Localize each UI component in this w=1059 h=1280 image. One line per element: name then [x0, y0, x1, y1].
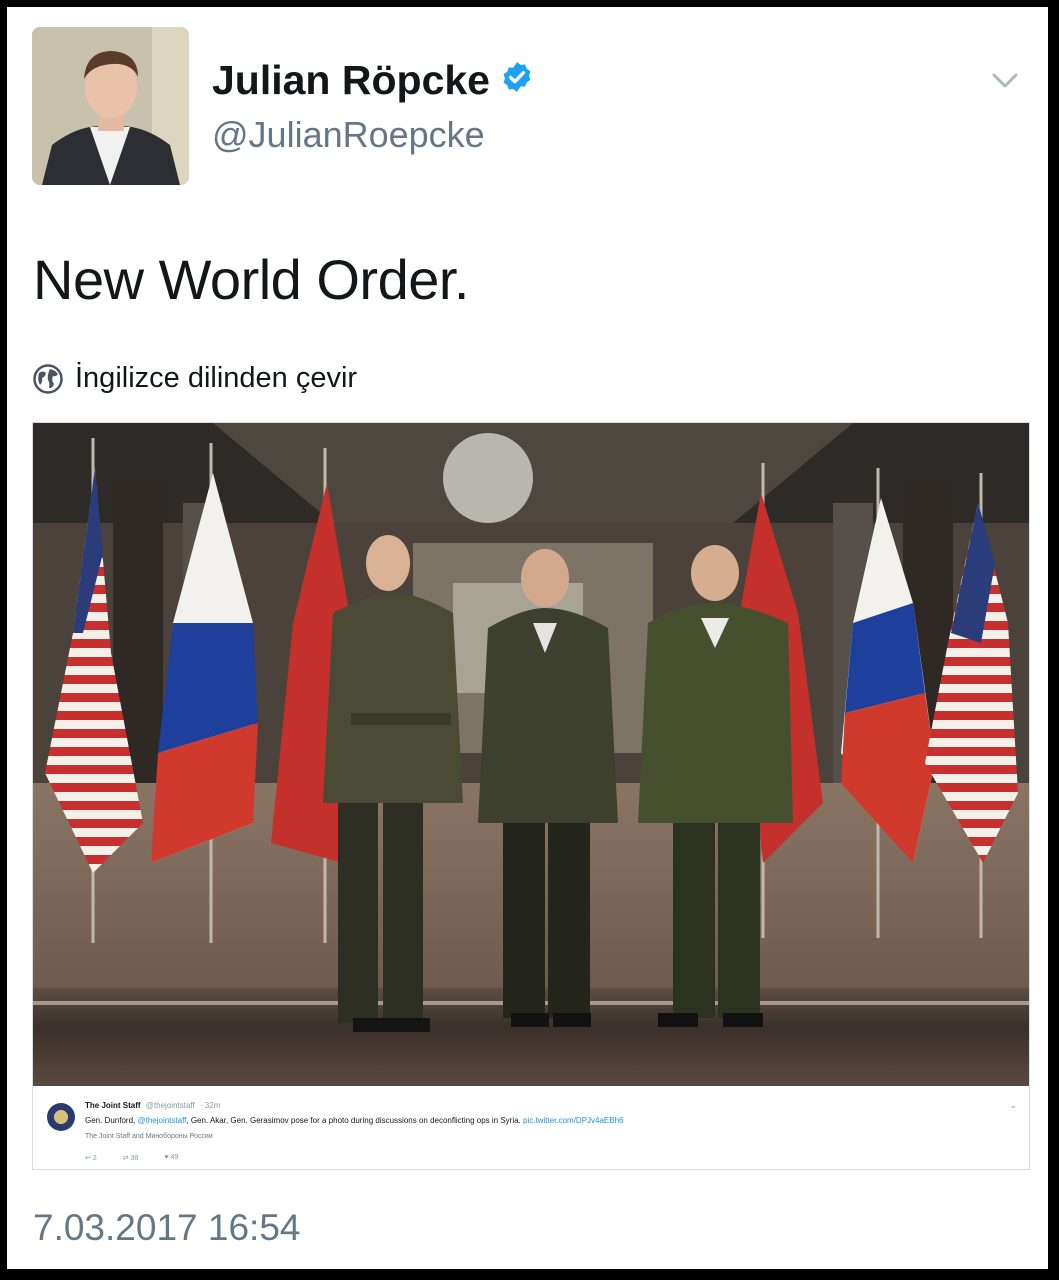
author-avatar[interactable]	[32, 27, 189, 185]
tweet-card: Julian Röpcke @JulianRoepcke New World O…	[5, 5, 1050, 1271]
author-name[interactable]: Julian Röpcke	[212, 57, 534, 104]
embedded-chevron-down-icon[interactable]: ⌄	[1009, 1100, 1017, 1111]
embedded-age: · 32m	[199, 1101, 221, 1110]
chevron-down-icon[interactable]	[992, 73, 1018, 89]
heart-icon: ♥	[164, 1154, 169, 1161]
like-count: 49	[170, 1154, 179, 1161]
retweet-count: 38	[130, 1155, 139, 1162]
embedded-tweet[interactable]: The Joint Staff @thejointstaff · 32m Gen…	[33, 1086, 1029, 1169]
embedded-header: The Joint Staff @thejointstaff · 32m	[85, 1101, 220, 1110]
tweet-timestamp[interactable]: 7.03.2017 16:54	[33, 1207, 300, 1249]
embedded-actions: ↩ 2 ⇄ 38 ♥ 49	[85, 1154, 178, 1162]
embedded-avatar[interactable]	[47, 1103, 75, 1131]
like-action[interactable]: ♥ 49	[164, 1154, 178, 1162]
verified-badge-icon	[500, 57, 534, 104]
embedded-author-handle[interactable]: @thejointstaff	[146, 1101, 195, 1110]
translate-label[interactable]: İngilizce dilinden çevir	[75, 362, 357, 395]
tweet-text: New World Order.	[33, 248, 469, 311]
reply-count: 2	[92, 1155, 97, 1162]
media-container[interactable]: The Joint Staff @thejointstaff · 32m Gen…	[32, 422, 1030, 1170]
retweet-icon: ⇄	[122, 1155, 129, 1162]
translate-link[interactable]: İngilizce dilinden çevir	[33, 362, 357, 395]
author-handle[interactable]: @JulianRoepcke	[212, 114, 485, 156]
embedded-link[interactable]: pic.twitter.com/DPJv4aEBh6	[523, 1116, 623, 1125]
embedded-author-name[interactable]: The Joint Staff	[85, 1101, 141, 1110]
author-name-label[interactable]: Julian Röpcke	[212, 57, 490, 103]
embedded-text-after: , Gen. Akar, Gen. Gerasimov pose for a p…	[186, 1116, 521, 1125]
globe-icon	[33, 363, 63, 394]
retweet-action[interactable]: ⇄ 38	[123, 1154, 139, 1162]
embedded-mention[interactable]: @thejointstaff	[137, 1116, 186, 1125]
embedded-text: Gen. Dunford, @thejointstaff, Gen. Akar,…	[85, 1116, 624, 1125]
embedded-text-before: Gen. Dunford,	[85, 1116, 136, 1125]
reply-action[interactable]: ↩ 2	[85, 1154, 97, 1162]
embedded-photo-credit: The Joint Staff and Минобороны России	[85, 1133, 213, 1140]
tweet-photo[interactable]	[33, 423, 1029, 1086]
reply-icon: ↩	[85, 1155, 91, 1162]
